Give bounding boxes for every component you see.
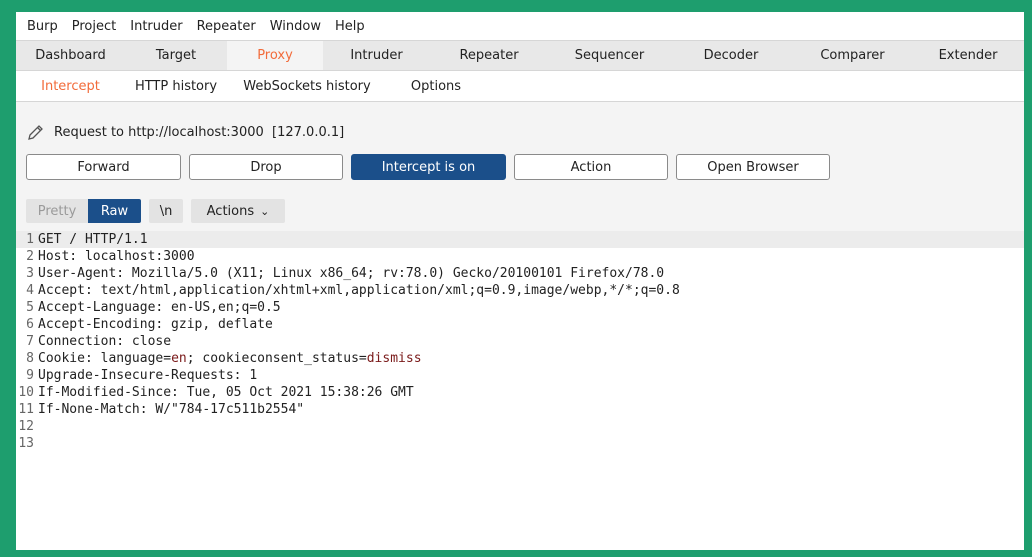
cookie-mid: ; cookieconsent_status= [186,351,367,366]
tab-intercept[interactable]: Intercept [16,71,125,101]
actions-dropdown[interactable]: Actions ⌄ [191,199,285,223]
code-line: 10 If-Modified-Since: Tue, 05 Oct 2021 1… [16,384,1024,401]
line-text: Upgrade-Insecure-Requests: 1 [38,368,258,383]
code-line: 1 GET / HTTP/1.1 [16,231,1024,248]
burp-window: Burp Project Intruder Repeater Window He… [16,12,1024,550]
request-label: Request to http://localhost:3000 [127.0.… [54,124,345,140]
line-text: If-Modified-Since: Tue, 05 Oct 2021 15:3… [38,385,414,400]
raw-view-button[interactable]: Raw [88,199,141,223]
request-info: Request to http://localhost:3000 [127.0.… [26,122,344,142]
tab-decoder[interactable]: Decoder [671,41,791,70]
cookie-prefix: Cookie: language= [38,351,172,366]
line-number: 9 [26,368,34,383]
line-number: 8 [26,351,34,366]
code-line: 7 Connection: close [16,333,1024,350]
line-number: 4 [26,283,34,298]
tab-extender[interactable]: Extender [914,41,1022,70]
line-text: GET / HTTP/1.1 [38,232,148,247]
line-text: Connection: close [38,334,172,349]
menu-repeater[interactable]: Repeater [190,19,263,34]
chevron-down-icon: ⌄ [260,204,270,218]
tab-sequencer[interactable]: Sequencer [548,41,671,70]
code-line: 3 User-Agent: Mozilla/5.0 (X11; Linux x8… [16,265,1024,282]
tab-proxy[interactable]: Proxy [227,41,323,70]
line-number: 3 [26,266,34,281]
editor-toolbar: Pretty Raw \n Actions ⌄ [26,199,285,223]
line-number: 12 [18,419,34,434]
code-line: 12 [16,418,1024,435]
pencil-icon [28,125,43,140]
line-number: 7 [26,334,34,349]
newline-toggle-button[interactable]: \n [149,199,183,223]
line-number: 10 [18,385,34,400]
line-number: 1 [26,232,34,247]
intercept-panel: Request to http://localhost:3000 [127.0.… [16,102,1024,550]
actions-label: Actions [206,203,255,219]
forward-button[interactable]: Forward [26,154,181,180]
menu-help[interactable]: Help [328,19,372,34]
code-line: 11 If-None-Match: W/"784-17c511b2554" [16,401,1024,418]
line-number: 13 [18,436,34,451]
line-text: User-Agent: Mozilla/5.0 (X11; Linux x86_… [38,266,665,281]
action-button[interactable]: Action [514,154,668,180]
code-line: 9 Upgrade-Insecure-Requests: 1 [16,367,1024,384]
tab-comparer[interactable]: Comparer [791,41,914,70]
menu-burp[interactable]: Burp [20,19,65,34]
line-text: Accept-Language: en-US,en;q=0.5 [38,300,281,315]
drop-button[interactable]: Drop [189,154,343,180]
line-text: If-None-Match: W/"784-17c511b2554" [38,402,305,417]
cookie-value-consent: dismiss [366,351,422,366]
open-browser-button[interactable]: Open Browser [676,154,830,180]
code-line: 8 Cookie: language=en; cookieconsent_sta… [16,350,1024,367]
tab-http-history[interactable]: HTTP history [125,71,227,101]
menu-window[interactable]: Window [263,19,328,34]
line-text: Host: localhost:3000 [38,249,195,264]
pretty-view-button[interactable]: Pretty [26,199,88,223]
line-number: 11 [18,402,34,417]
tab-target[interactable]: Target [125,41,227,70]
request-editor[interactable]: 1 GET / HTTP/1.1 2 Host: localhost:3000 … [16,231,1024,550]
code-line: 5 Accept-Language: en-US,en;q=0.5 [16,299,1024,316]
line-text: Accept-Encoding: gzip, deflate [38,317,273,332]
main-tab-bar: Dashboard Target Proxy Intruder Repeater… [16,40,1024,71]
intercept-toggle-button[interactable]: Intercept is on [351,154,506,180]
code-line: 4 Accept: text/html,application/xhtml+xm… [16,282,1024,299]
tab-repeater[interactable]: Repeater [430,41,548,70]
line-number: 2 [26,249,34,264]
cookie-value-language: en [171,351,187,366]
proxy-sub-tab-bar: Intercept HTTP history WebSockets histor… [16,71,1024,102]
tab-dashboard[interactable]: Dashboard [16,41,125,70]
menu-project[interactable]: Project [65,19,123,34]
line-text: Accept: text/html,application/xhtml+xml,… [38,283,680,298]
menu-intruder[interactable]: Intruder [123,19,189,34]
line-text: Cookie: language=en; cookieconsent_statu… [38,350,422,367]
tab-intruder[interactable]: Intruder [323,41,430,70]
line-number: 5 [26,300,34,315]
tab-websockets-history[interactable]: WebSockets history [227,71,387,101]
code-line: 6 Accept-Encoding: gzip, deflate [16,316,1024,333]
menu-bar: Burp Project Intruder Repeater Window He… [16,12,1024,40]
code-line: 2 Host: localhost:3000 [16,248,1024,265]
line-number: 6 [26,317,34,332]
code-line: 13 [16,435,1024,452]
tab-options[interactable]: Options [387,71,485,101]
intercept-button-row: Forward Drop Intercept is on Action Open… [26,154,838,180]
